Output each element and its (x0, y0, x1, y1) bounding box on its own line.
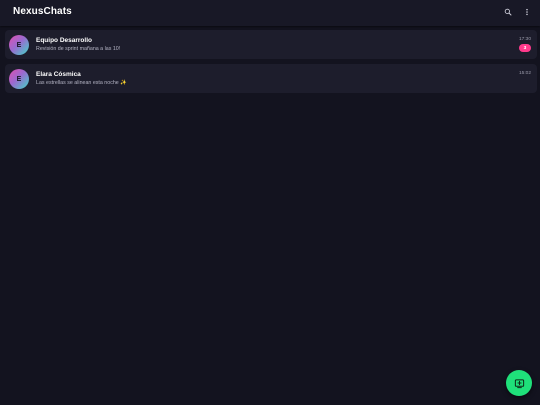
search-icon (504, 8, 512, 16)
new-chat-icon (514, 378, 524, 388)
avatar: E (9, 35, 29, 55)
chat-item-equipo-desarrollo[interactable]: E Equipo Desarrollo Revisión de sprint m… (5, 30, 537, 59)
new-chat-button[interactable] (506, 370, 532, 396)
top-app-bar: NexusChats (0, 0, 540, 26)
chat-preview: Las estrellas se alinean esta noche ✨ (36, 80, 127, 86)
app-title: NexusChats (13, 6, 72, 17)
app-window: NexusChats E Equipo Desarrollo Revisión … (0, 0, 540, 405)
search-button[interactable] (501, 5, 515, 19)
chat-time: 15:02 (518, 71, 531, 76)
unread-badge: 3 (519, 44, 531, 52)
more-options-button[interactable] (520, 5, 534, 19)
chat-list: E Equipo Desarrollo Revisión de sprint m… (5, 30, 537, 98)
chat-name: Elara Cósmica (36, 71, 81, 78)
chat-preview: Revisión de sprint mañana a las 10! (36, 46, 121, 52)
chat-name: Equipo Desarrollo (36, 37, 92, 44)
more-vert-icon (526, 8, 528, 16)
avatar: E (9, 69, 29, 89)
chat-item-elara-cosmica[interactable]: E Elara Cósmica Las estrellas se alinean… (5, 64, 537, 93)
chat-time: 17:30 (518, 37, 531, 42)
